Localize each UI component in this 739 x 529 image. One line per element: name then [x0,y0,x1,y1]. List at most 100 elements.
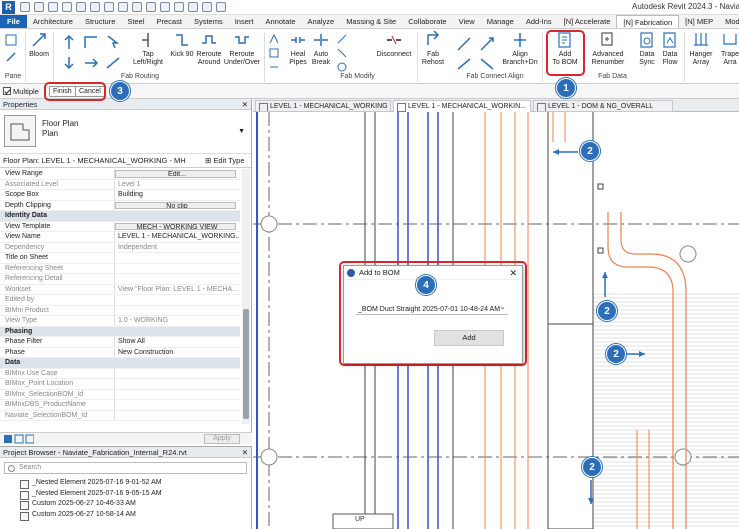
save-icon[interactable] [34,2,44,12]
dimension-icon[interactable] [118,2,128,12]
list-item[interactable]: Custom 2025-06-27 10-46-33 AM [0,499,251,510]
apply-button[interactable]: Apply [204,434,240,444]
tap-left-right-button[interactable]: Tap Left/Right [130,31,166,67]
text-icon[interactable] [146,2,156,12]
section-icon[interactable] [174,2,184,12]
auto-break-button[interactable]: Auto Break [309,31,333,67]
tab-file[interactable]: File [0,15,27,28]
fab-route-angle-icon[interactable] [104,55,122,71]
fab-modify-small-3-icon[interactable] [268,61,280,73]
chevron-down-icon[interactable]: ▼ [238,128,245,135]
select-icon[interactable] [5,34,17,46]
reroute-under-over-button[interactable]: Reroute Under/Over [222,31,262,67]
tab-precast[interactable]: Precast [151,15,188,28]
scrollbar-thumb[interactable] [243,309,249,419]
fab-connect-4-icon[interactable] [478,57,496,71]
fab-route-corner-icon[interactable] [82,33,100,51]
property-value[interactable]: Show All [115,337,240,347]
pane-icon[interactable] [5,51,17,63]
measure-icon[interactable] [104,2,114,12]
disconnect-button[interactable]: Disconnect [372,31,416,59]
tab-add-ins[interactable]: Add-Ins [520,15,558,28]
print-icon[interactable] [90,2,100,12]
hanger-array-button[interactable]: Hanger Array [686,31,716,67]
advanced-renumber-button[interactable]: Advanced Renumber [588,31,628,67]
data-flow-button[interactable]: Data Flow [658,31,682,67]
kick90-button[interactable]: Kick 90 [168,31,196,59]
3d-view-icon[interactable] [160,2,170,12]
fab-route-up-icon[interactable] [60,33,78,51]
fab-rehost-button[interactable]: Fab Rehost [420,30,446,67]
type-selector[interactable]: Floor Plan Plan ▼ [0,110,251,154]
list-item[interactable]: _Nested Element 2025-07-16 9-01-52 AM [0,478,251,489]
thin-lines-icon[interactable] [188,2,198,12]
property-value[interactable]: Edit... [115,170,236,178]
tab-structure[interactable]: Structure [79,15,121,28]
redo-icon[interactable] [76,2,86,12]
fab-modify-small-6-icon[interactable] [336,61,348,73]
property-value[interactable]: MECH - WORKING VIEW [115,222,236,230]
fab-route-split-icon[interactable] [82,55,100,71]
undo-icon[interactable] [62,2,72,12]
tab-collaborate[interactable]: Collaborate [402,15,452,28]
align-branch-button[interactable]: Align Branch+Dn [500,31,540,67]
tab-architecture[interactable]: Architecture [27,15,79,28]
list-item[interactable]: Custom 2025-06-27 10-58-14 AM [0,510,251,520]
tab-view[interactable]: View [453,15,481,28]
fab-connect-2-icon[interactable] [478,35,496,53]
revit-logo[interactable]: R [2,1,15,14]
heal-pipes-button[interactable]: Heal Pipes [284,31,312,67]
tab-view-3[interactable]: LEVEL 1 - DOM & NG_OVERALL [533,100,673,112]
fab-connect-1-icon[interactable] [455,35,473,53]
property-group-header[interactable]: Phasing [0,326,240,337]
list-item[interactable]: _Nested Element 2025-07-16 9-05-15 AM [0,489,251,499]
trapeze-array-button[interactable]: Trape Arra [718,31,739,67]
bloom-button[interactable]: Bloom [28,31,50,59]
tab-manage[interactable]: Manage [481,15,520,28]
close-hidden-icon[interactable] [202,2,212,12]
tab-n-mep[interactable]: [N] MEP [679,15,719,28]
fab-modify-small-2-icon[interactable] [268,47,280,59]
tab-modify[interactable]: Modify [719,15,739,28]
property-value[interactable] [115,253,240,263]
fab-connect-3-icon[interactable] [455,57,473,71]
tab-systems[interactable]: Systems [188,15,229,28]
tag-icon[interactable] [132,2,142,12]
property-value[interactable]: Building [115,190,240,200]
search-input[interactable]: Search [4,462,247,474]
tab-view-1[interactable]: LEVEL 1 - MECHANICAL_WORKING [255,100,391,112]
close-icon[interactable]: ✕ [242,99,248,110]
property-group-header[interactable]: Data [0,358,240,369]
bom-select[interactable]: _BOM Duct Straight 2025-07-01 10-48-24 A… [356,301,508,315]
reroute-around-button[interactable]: Reroute Around [195,31,223,67]
add-button[interactable]: Add [434,330,504,346]
fab-route-cursor-icon[interactable] [104,33,122,51]
instance-selector[interactable]: Floor Plan: LEVEL 1 - MECHANICAL_WORKING… [0,154,251,168]
tab-massing-site[interactable]: Massing & Site [340,15,402,28]
property-value[interactable]: No clip [115,201,236,209]
tab-analyze[interactable]: Analyze [302,15,341,28]
open-icon[interactable] [20,2,30,12]
edit-type-button[interactable]: ⊞ Edit Type [205,154,245,168]
properties-scrollbar[interactable] [242,169,250,424]
properties-help-icon[interactable] [4,434,35,446]
data-sync-button[interactable]: Data Sync [635,31,659,67]
fab-route-down-icon[interactable] [60,55,78,71]
tab-insert[interactable]: Insert [229,15,260,28]
fab-modify-small-1-icon[interactable] [268,33,280,45]
tab-annotate[interactable]: Annotate [259,15,301,28]
tab-n-fabrication[interactable]: [N] Fabrication [616,15,680,28]
close-icon[interactable]: ✕ [242,447,248,458]
tab-steel[interactable]: Steel [121,15,150,28]
property-group-header[interactable]: Identity Data [0,211,240,222]
fab-modify-small-4-icon[interactable] [336,33,348,45]
property-value[interactable]: LEVEL 1 - MECHANICAL_WORKING... [115,232,240,242]
sync-icon[interactable] [48,2,58,12]
close-icon[interactable]: ✕ [509,266,517,280]
multiple-checkbox[interactable] [3,87,11,95]
fab-modify-small-5-icon[interactable] [336,47,348,59]
tab-view-2[interactable]: LEVEL 1 - MECHANICAL_WORKIN... [393,100,531,112]
property-value[interactable]: New Construction [115,348,240,358]
switch-windows-icon[interactable] [216,2,226,12]
tab-n-accelerate[interactable]: [N] Accelerate [558,15,617,28]
